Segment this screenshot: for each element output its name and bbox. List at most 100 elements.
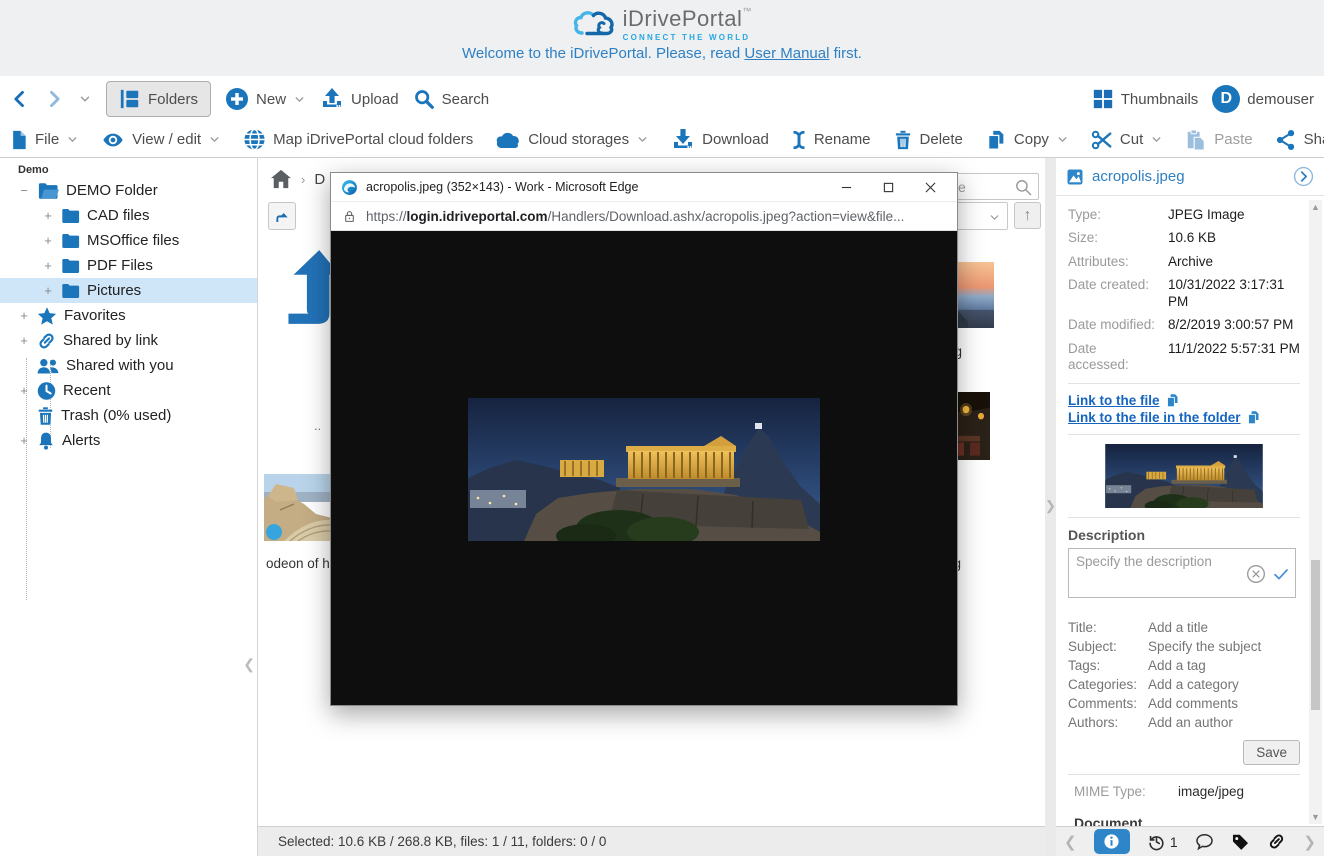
expand-icon[interactable]: + xyxy=(42,208,54,223)
rename-button[interactable]: Rename xyxy=(791,129,871,151)
edge-viewer-window[interactable]: acropolis.jpeg (352×143) - Work - Micros… xyxy=(330,172,958,706)
expand-icon[interactable]: + xyxy=(18,433,30,448)
sidebar-item-alerts[interactable]: + Alerts xyxy=(0,428,257,453)
copy-link-icon[interactable] xyxy=(1246,410,1261,425)
scroll-to-top-button[interactable]: ↑ xyxy=(1014,202,1041,229)
maximize-button[interactable] xyxy=(871,176,905,198)
selection-indicator[interactable] xyxy=(266,524,282,540)
confirm-description-icon[interactable] xyxy=(1272,566,1290,582)
scrollbar-thumb[interactable] xyxy=(1311,560,1320,710)
sidebar-item-recent[interactable]: + Recent xyxy=(0,378,257,403)
cut-button[interactable]: Cut xyxy=(1091,129,1163,151)
tree-root-label: Demo xyxy=(0,158,257,178)
sidebar-item-cad-files[interactable]: + CAD files xyxy=(0,203,257,228)
clear-description-icon[interactable] xyxy=(1246,564,1266,584)
home-icon[interactable] xyxy=(270,169,292,189)
tab-comments[interactable] xyxy=(1195,832,1214,851)
history-dropdown-icon[interactable] xyxy=(78,92,92,106)
link-to-file[interactable]: Link to the file xyxy=(1068,393,1160,408)
parent-folder-label[interactable]: .. xyxy=(314,418,321,433)
sidebar-item-favorites[interactable]: + Favorites xyxy=(0,303,257,328)
upload-icon xyxy=(320,87,344,111)
circle-chevron-right-icon[interactable] xyxy=(1293,166,1314,187)
back-icon[interactable] xyxy=(10,89,30,109)
breadcrumb-folder-fragment[interactable]: D xyxy=(314,171,325,188)
tab-links[interactable] xyxy=(1267,832,1286,851)
map-cloud-folders-button[interactable]: Map iDrivePortal cloud folders xyxy=(243,128,473,151)
address-bar[interactable]: https://login.idriveportal.com/Handlers/… xyxy=(331,201,957,231)
cloud-storages-button[interactable]: Cloud storages xyxy=(495,130,649,150)
delete-button[interactable]: Delete xyxy=(893,129,963,151)
paste-label: Paste xyxy=(1214,131,1252,148)
expand-icon[interactable]: + xyxy=(18,308,30,323)
logo: iDrivePortal™ CONNECT THE WORLD xyxy=(0,0,1324,42)
scroll-down-icon[interactable]: ▼ xyxy=(1311,812,1320,822)
panel-splitter[interactable]: ❯ xyxy=(1045,158,1056,856)
scroll-up-icon[interactable]: ▲ xyxy=(1311,202,1320,212)
sidebar-item-pdf-files[interactable]: + PDF Files xyxy=(0,253,257,278)
link-to-file-in-folder[interactable]: Link to the file in the folder xyxy=(1068,410,1241,425)
expand-icon[interactable]: + xyxy=(18,333,30,348)
expand-icon[interactable]: + xyxy=(42,233,54,248)
meta-placeholder[interactable]: Specify the subject xyxy=(1148,639,1300,654)
expand-icon[interactable]: + xyxy=(18,383,30,398)
copy-icon xyxy=(985,129,1007,151)
sidebar-item-demo-folder[interactable]: − DEMO Folder xyxy=(0,178,257,203)
sidebar-item-msoffice-files[interactable]: + MSOffice files xyxy=(0,228,257,253)
thumbnails-button[interactable]: Thumbnails xyxy=(1092,88,1199,110)
copy-button[interactable]: Copy xyxy=(985,129,1069,151)
tab-tags[interactable] xyxy=(1231,832,1250,851)
download-button[interactable]: Download xyxy=(671,128,769,152)
minimize-button[interactable] xyxy=(829,176,863,198)
window-title-bar[interactable]: acropolis.jpeg (352×143) - Work - Micros… xyxy=(331,173,957,201)
upload-button[interactable]: Upload xyxy=(320,87,399,111)
meta-placeholder[interactable]: Add a title xyxy=(1148,620,1300,635)
collapse-icon[interactable]: − xyxy=(18,183,30,198)
folders-button[interactable]: Folders xyxy=(106,81,211,117)
tabs-prev-icon[interactable]: ❮ xyxy=(1064,833,1077,851)
bell-icon xyxy=(36,431,56,451)
paste-button[interactable]: Paste xyxy=(1185,129,1252,151)
lock-icon xyxy=(343,209,356,224)
new-button[interactable]: New xyxy=(225,87,306,111)
tab-info[interactable] xyxy=(1094,829,1130,854)
parent-folder-button[interactable] xyxy=(268,202,296,230)
meta-placeholder[interactable]: Add a tag xyxy=(1148,658,1300,673)
tree-item-label: CAD files xyxy=(87,207,150,224)
sidebar-item-trash[interactable]: Trash (0% used) xyxy=(0,403,257,428)
sidebar-collapse-handle[interactable]: ❮ xyxy=(243,656,255,673)
divider xyxy=(1068,434,1300,435)
search-button[interactable]: Search xyxy=(413,88,490,110)
meta-row: Tags:Add a tag xyxy=(1068,658,1300,673)
file-menu-button[interactable]: File xyxy=(10,130,79,150)
tabs-next-icon[interactable]: ❯ xyxy=(1303,833,1316,851)
forward-icon[interactable] xyxy=(44,89,64,109)
details-scrollbar[interactable]: ▲ ▼ xyxy=(1309,200,1322,824)
close-button[interactable] xyxy=(913,176,947,198)
cloud-icon xyxy=(495,130,521,150)
sidebar-item-shared-with-you[interactable]: Shared with you xyxy=(0,353,257,378)
tree-item-label: Recent xyxy=(63,382,111,399)
splitter-collapse-handle[interactable]: ❯ xyxy=(1045,498,1056,514)
expand-icon[interactable]: + xyxy=(42,283,54,298)
trash-icon xyxy=(893,129,913,151)
user-manual-link[interactable]: User Manual xyxy=(744,45,829,62)
selection-status-text: Selected: 10.6 KB / 268.8 KB, files: 1 /… xyxy=(278,834,606,849)
sidebar-item-shared-by-link[interactable]: + Shared by link xyxy=(0,328,257,353)
tab-history[interactable]: 1 xyxy=(1147,832,1178,851)
save-button[interactable]: Save xyxy=(1243,740,1300,765)
meta-placeholder[interactable]: Add comments xyxy=(1148,696,1300,711)
user-menu[interactable]: D demouser xyxy=(1212,85,1314,113)
search-icon[interactable] xyxy=(1014,178,1033,197)
meta-placeholder[interactable]: Add an author xyxy=(1148,715,1300,730)
meta-placeholder[interactable]: Add a category xyxy=(1148,677,1300,692)
share-button[interactable]: Share xyxy=(1275,129,1324,151)
file-preview-thumbnail[interactable] xyxy=(1103,444,1265,508)
image-file-icon xyxy=(1066,168,1084,186)
welcome-suffix: first. xyxy=(829,45,862,62)
view-edit-button[interactable]: View / edit xyxy=(101,129,221,151)
copy-link-icon[interactable] xyxy=(1165,393,1180,408)
expand-icon[interactable]: + xyxy=(42,258,54,273)
close-icon xyxy=(925,182,936,193)
sidebar-item-pictures[interactable]: + Pictures xyxy=(0,278,257,303)
